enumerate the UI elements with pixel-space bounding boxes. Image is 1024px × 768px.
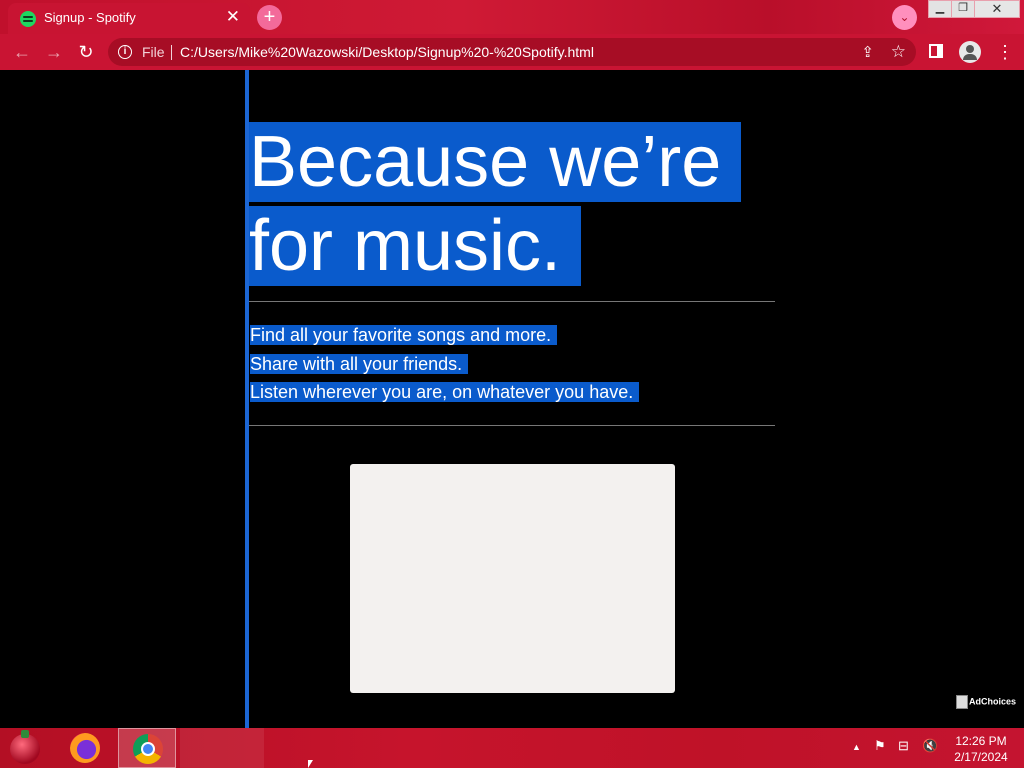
tagline-item: Find all your favorite songs and more.: [250, 321, 790, 350]
reload-button[interactable]: ↻: [74, 40, 98, 64]
tagline-item: Listen wherever you are, on whatever you…: [250, 378, 790, 407]
browser-menu-icon[interactable]: ⋮: [996, 40, 1014, 64]
taskbar-firefox[interactable]: [56, 728, 114, 768]
new-tab-button[interactable]: +: [257, 5, 282, 30]
site-info-icon[interactable]: i: [118, 45, 132, 59]
headline-line-2: for music.: [249, 206, 582, 286]
clock-time: 12:26 PM: [955, 734, 1007, 748]
forward-button[interactable]: →: [42, 40, 66, 64]
network-icon[interactable]: ⊟: [898, 738, 909, 754]
profile-avatar-icon[interactable]: [959, 41, 981, 63]
adchoices-link[interactable]: AdChoices: [956, 695, 1016, 709]
close-tab-icon[interactable]: ✕: [226, 7, 240, 27]
tab-signup-spotify[interactable]: Signup - Spotify ✕: [8, 3, 250, 34]
volume-muted-icon[interactable]: 🔇: [922, 738, 938, 754]
address-divider: [171, 45, 172, 60]
divider-bottom: [249, 425, 775, 426]
tagline-list: Find all your favorite songs and more. S…: [250, 321, 790, 407]
taskbar-empty-slot: [180, 728, 264, 768]
minimize-button[interactable]: ▁: [928, 0, 952, 18]
divider-top: [249, 301, 775, 302]
mouse-cursor: [308, 760, 318, 768]
clock-date: 2/17/2024: [954, 750, 1008, 764]
tab-search-button[interactable]: ⌄: [892, 5, 917, 30]
firefox-icon: [70, 733, 100, 763]
signup-card[interactable]: [350, 464, 675, 693]
headline-line-1: Because we’re: [249, 122, 742, 202]
taskbar-chrome[interactable]: [118, 728, 176, 768]
url-text[interactable]: C:/Users/Mike%20Wazowski/Desktop/Signup%…: [180, 44, 594, 60]
taskbar: ▲ ⚑ ⊟ 🔇 12:26 PM 2/17/2024: [0, 728, 1024, 768]
action-center-flag-icon[interactable]: ⚑: [874, 738, 886, 754]
close-window-button[interactable]: ✕: [974, 0, 1020, 18]
back-button[interactable]: ←: [10, 40, 34, 64]
side-panel-icon[interactable]: [929, 44, 943, 58]
address-bar[interactable]: i File C:/Users/Mike%20Wazowski/Desktop/…: [108, 38, 916, 66]
chrome-icon: [133, 734, 163, 764]
share-icon[interactable]: ⇪: [861, 43, 874, 61]
bookmark-star-icon[interactable]: ☆: [891, 42, 906, 62]
scheme-label: File: [142, 44, 165, 60]
page-content: Because we’re for music. Find all your f…: [0, 70, 1024, 728]
browser-toolbar: ← → ↻ i File C:/Users/Mike%20Wazowski/De…: [0, 34, 1024, 70]
tab-title: Signup - Spotify: [44, 10, 136, 25]
page-headline: Because we’re for music.: [249, 120, 789, 288]
tagline-item: Share with all your friends.: [250, 350, 790, 379]
maximize-button[interactable]: ❐: [951, 0, 975, 18]
browser-titlebar: Signup - Spotify ✕ + ⌄ ▁ ❐ ✕: [0, 0, 1024, 34]
show-hidden-icons-icon[interactable]: ▲: [852, 742, 861, 752]
start-button[interactable]: [10, 730, 40, 764]
system-clock[interactable]: 12:26 PM 2/17/2024: [950, 733, 1012, 765]
spotify-icon: [20, 11, 36, 27]
